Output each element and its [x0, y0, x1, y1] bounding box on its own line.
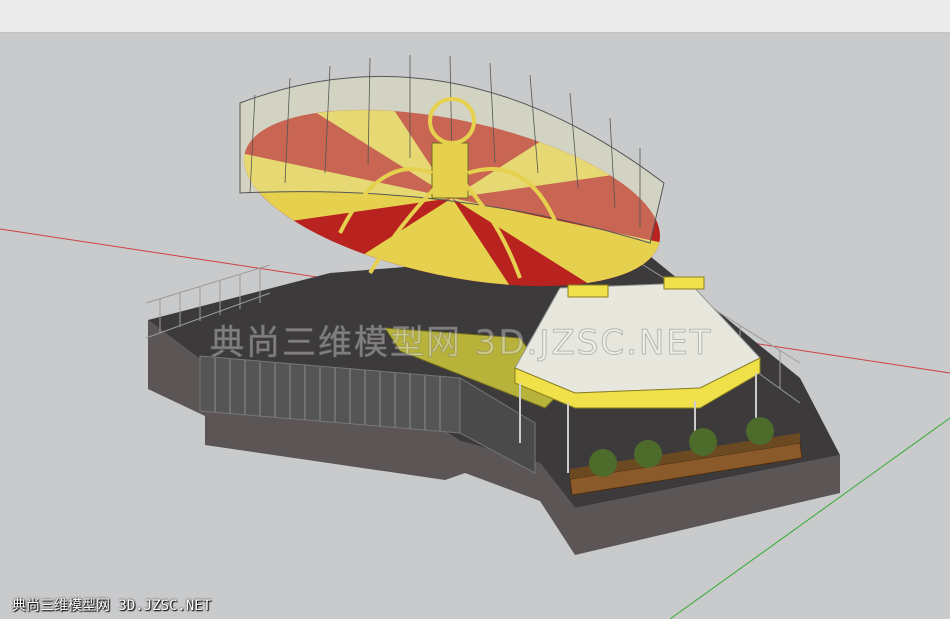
toolbar-strip [0, 0, 950, 33]
watermark-corner: 典尚三维模型网 3D.JZSC.NET [12, 598, 212, 614]
model-viewport[interactable]: 典尚三维模型网 3D.JZSC.NET [0, 33, 950, 619]
watermark-center: 典尚三维模型网 3D.JZSC.NET [210, 323, 713, 364]
